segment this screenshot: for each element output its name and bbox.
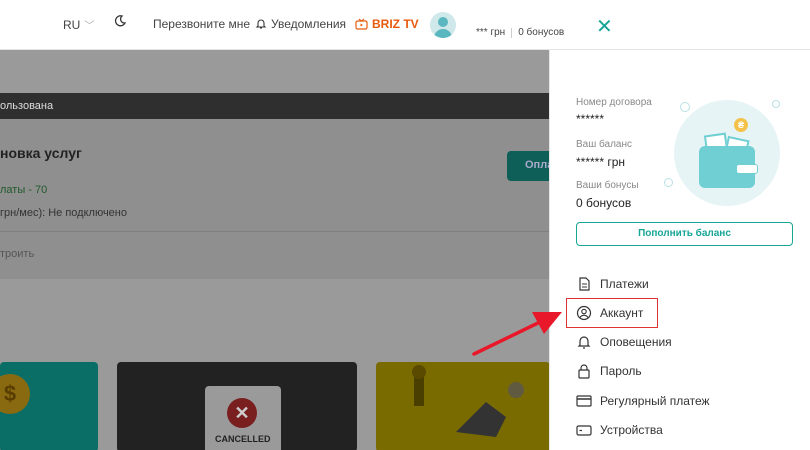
pointer-arrow [472,312,562,356]
